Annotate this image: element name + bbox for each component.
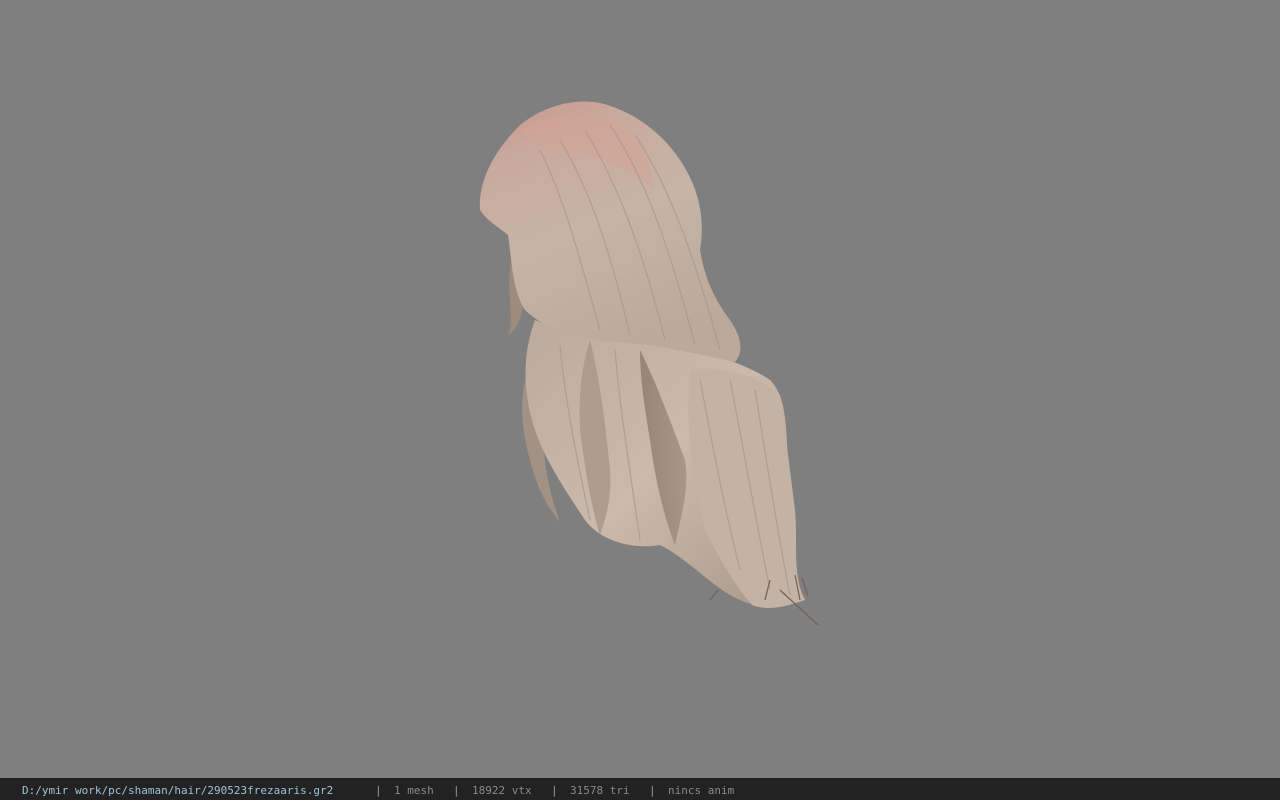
vertex-count: 18922 vtx: [472, 784, 532, 797]
hair-model: [479, 101, 819, 626]
hair-model-render: [479, 101, 819, 626]
status-separator: |: [375, 784, 382, 797]
status-separator: |: [453, 784, 460, 797]
status-bar: D:/ymir work/pc/shaman/hair/290523frezaa…: [0, 778, 1280, 800]
status-separator: |: [551, 784, 558, 797]
file-path: D:/ymir work/pc/shaman/hair/290523frezaa…: [22, 784, 334, 797]
mesh-count: 1 mesh: [394, 784, 434, 797]
3d-viewport[interactable]: [0, 0, 1280, 778]
triangle-count: 31578 tri: [570, 784, 630, 797]
status-separator: |: [649, 784, 656, 797]
animation-status: nincs anim: [668, 784, 735, 797]
